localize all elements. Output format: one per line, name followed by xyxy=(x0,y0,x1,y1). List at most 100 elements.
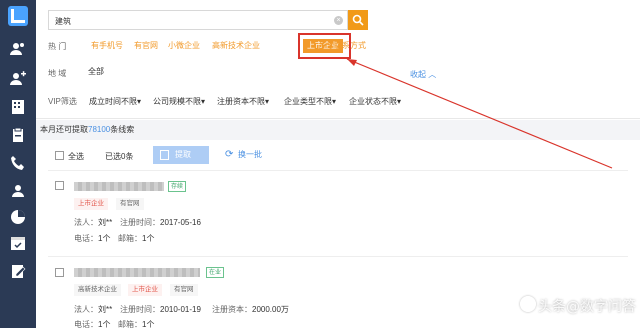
clear-icon[interactable]: × xyxy=(334,16,343,25)
divider xyxy=(48,170,628,171)
select-all-checkbox[interactable] xyxy=(55,151,64,160)
status-badge: 存续 xyxy=(168,181,187,192)
filter-company-size[interactable]: 公司规模不限▾ xyxy=(153,96,205,107)
search-button[interactable] xyxy=(348,10,368,30)
filter-label: 企业状态不限 xyxy=(349,97,397,106)
quota-text: 本月还可提取78100条线索 xyxy=(40,124,134,135)
selected-count: 已选0条 xyxy=(105,152,134,161)
phone-icon[interactable] xyxy=(9,154,27,172)
refresh-label: 换一批 xyxy=(238,150,262,159)
chevron-down-icon: ▾ xyxy=(397,97,402,106)
email-count: 邮箱：1个 xyxy=(118,233,154,244)
legal-value: 刘** xyxy=(98,305,113,314)
legal-person: 法人：刘** xyxy=(74,217,112,228)
reg-time-value: 2010-01-19 xyxy=(160,305,201,314)
divider xyxy=(36,118,640,119)
email-label: 邮箱： xyxy=(118,320,142,328)
hot-tag-small-business[interactable]: 小微企业 xyxy=(168,39,200,53)
clipboard-icon[interactable] xyxy=(9,126,27,144)
legal-label: 法人： xyxy=(74,305,98,314)
chevron-down-icon: ▾ xyxy=(201,97,206,106)
tag-listed: 上市企业 xyxy=(128,284,162,296)
users-plus-icon[interactable] xyxy=(9,70,27,88)
calendar-icon[interactable] xyxy=(9,234,27,252)
status-badge: 在业 xyxy=(206,267,225,278)
reg-time: 注册时间：2017-05-16 xyxy=(120,217,201,228)
search-input[interactable] xyxy=(55,14,325,28)
edit-icon[interactable] xyxy=(9,262,27,280)
users-icon[interactable] xyxy=(9,40,27,58)
refresh-icon: ⟳ xyxy=(225,149,234,160)
extract-icon xyxy=(160,150,169,160)
hot-label: 热 门 xyxy=(48,42,67,51)
region-label: 地 域 xyxy=(48,69,67,78)
team-icon[interactable] xyxy=(9,182,27,200)
chevron-down-icon: ▾ xyxy=(265,97,270,106)
result-checkbox[interactable] xyxy=(55,181,64,190)
filter-founded-time[interactable]: 成立时间不限▾ xyxy=(89,96,141,107)
quota-suffix: 条线索 xyxy=(110,125,135,134)
tag-high-tech: 高新技术企业 xyxy=(74,284,121,296)
legal-person: 法人：刘** xyxy=(74,304,112,315)
email-value: 1个 xyxy=(142,234,155,243)
pie-chart-icon[interactable] xyxy=(9,208,27,226)
filter-label: 成立时间不限 xyxy=(89,97,137,106)
email-label: 邮箱： xyxy=(118,234,142,243)
hot-tag-has-phone[interactable]: 有手机号 xyxy=(91,39,123,53)
tag-has-website: 有官网 xyxy=(116,198,144,210)
filter-label: 公司规模不限 xyxy=(153,97,201,106)
watermark: 头条@数字问答 xyxy=(538,299,636,315)
quota-count: 78100 xyxy=(88,125,111,134)
phone-label: 电话： xyxy=(74,234,98,243)
select-all-label: 全选 xyxy=(68,152,84,161)
chevron-down-icon: ▾ xyxy=(332,97,337,106)
hot-tag-has-website[interactable]: 有官网 xyxy=(134,39,158,53)
company-name-blurred[interactable] xyxy=(74,268,200,277)
extract-label: 提取 xyxy=(175,150,191,159)
phone-count: 电话：1个 xyxy=(74,233,110,244)
reg-time-label: 注册时间： xyxy=(120,218,160,227)
tag-listed: 上市企业 xyxy=(74,198,108,210)
phone-label: 电话： xyxy=(74,320,98,328)
email-count: 邮箱：1个 xyxy=(118,319,154,328)
filter-company-type[interactable]: 企业类型不限▾ xyxy=(284,96,336,107)
reg-time-label: 注册时间： xyxy=(120,305,160,314)
collapse-label: 收起 xyxy=(410,70,426,79)
refresh-button[interactable]: ⟳ 换一批 xyxy=(222,146,276,164)
reg-capital-value: 2000.00万 xyxy=(252,305,289,314)
reg-time-value: 2017-05-16 xyxy=(160,218,201,227)
divider xyxy=(48,256,628,257)
reg-capital: 注册资本：2000.00万 xyxy=(212,304,289,315)
watermark-logo xyxy=(520,296,536,312)
filter-label: 注册资本不限 xyxy=(217,97,265,106)
hot-tag-high-tech[interactable]: 高新技术企业 xyxy=(212,39,260,53)
vip-label: VIP筛选 xyxy=(48,97,77,106)
building-icon[interactable] xyxy=(9,98,27,116)
quota-prefix: 本月还可提取 xyxy=(40,125,88,134)
sidebar xyxy=(0,0,36,328)
collapse-link[interactable]: 收起 ︿ xyxy=(410,69,436,80)
phone-count: 电话：1个 xyxy=(74,319,110,328)
legal-label: 法人： xyxy=(74,218,98,227)
reg-time: 注册时间：2010-01-19 xyxy=(120,304,201,315)
phone-value: 1个 xyxy=(98,320,111,328)
phone-value: 1个 xyxy=(98,234,111,243)
filter-company-status[interactable]: 企业状态不限▾ xyxy=(349,96,401,107)
company-name-blurred[interactable] xyxy=(74,182,164,191)
filter-label: 企业类型不限 xyxy=(284,97,332,106)
annotation-highlight-box xyxy=(298,33,351,59)
extract-button[interactable]: 提取 xyxy=(153,146,209,164)
result-checkbox[interactable] xyxy=(55,268,64,277)
app-logo xyxy=(8,6,28,26)
legal-value: 刘** xyxy=(98,218,113,227)
email-value: 1个 xyxy=(142,320,155,328)
reg-capital-label: 注册资本： xyxy=(212,305,252,314)
search-box[interactable]: × xyxy=(48,10,348,30)
tag-has-website: 有官网 xyxy=(170,284,198,296)
search-icon xyxy=(352,14,364,26)
filter-reg-capital[interactable]: 注册资本不限▾ xyxy=(217,96,269,107)
main-panel: × 热 门 有手机号 有官网 小微企业 高新技术企业 上市企业 多个联系方式 地… xyxy=(36,0,640,328)
chevron-up-icon: ︿ xyxy=(426,70,437,79)
region-value[interactable]: 全部 xyxy=(88,66,104,77)
chevron-down-icon: ▾ xyxy=(137,97,142,106)
